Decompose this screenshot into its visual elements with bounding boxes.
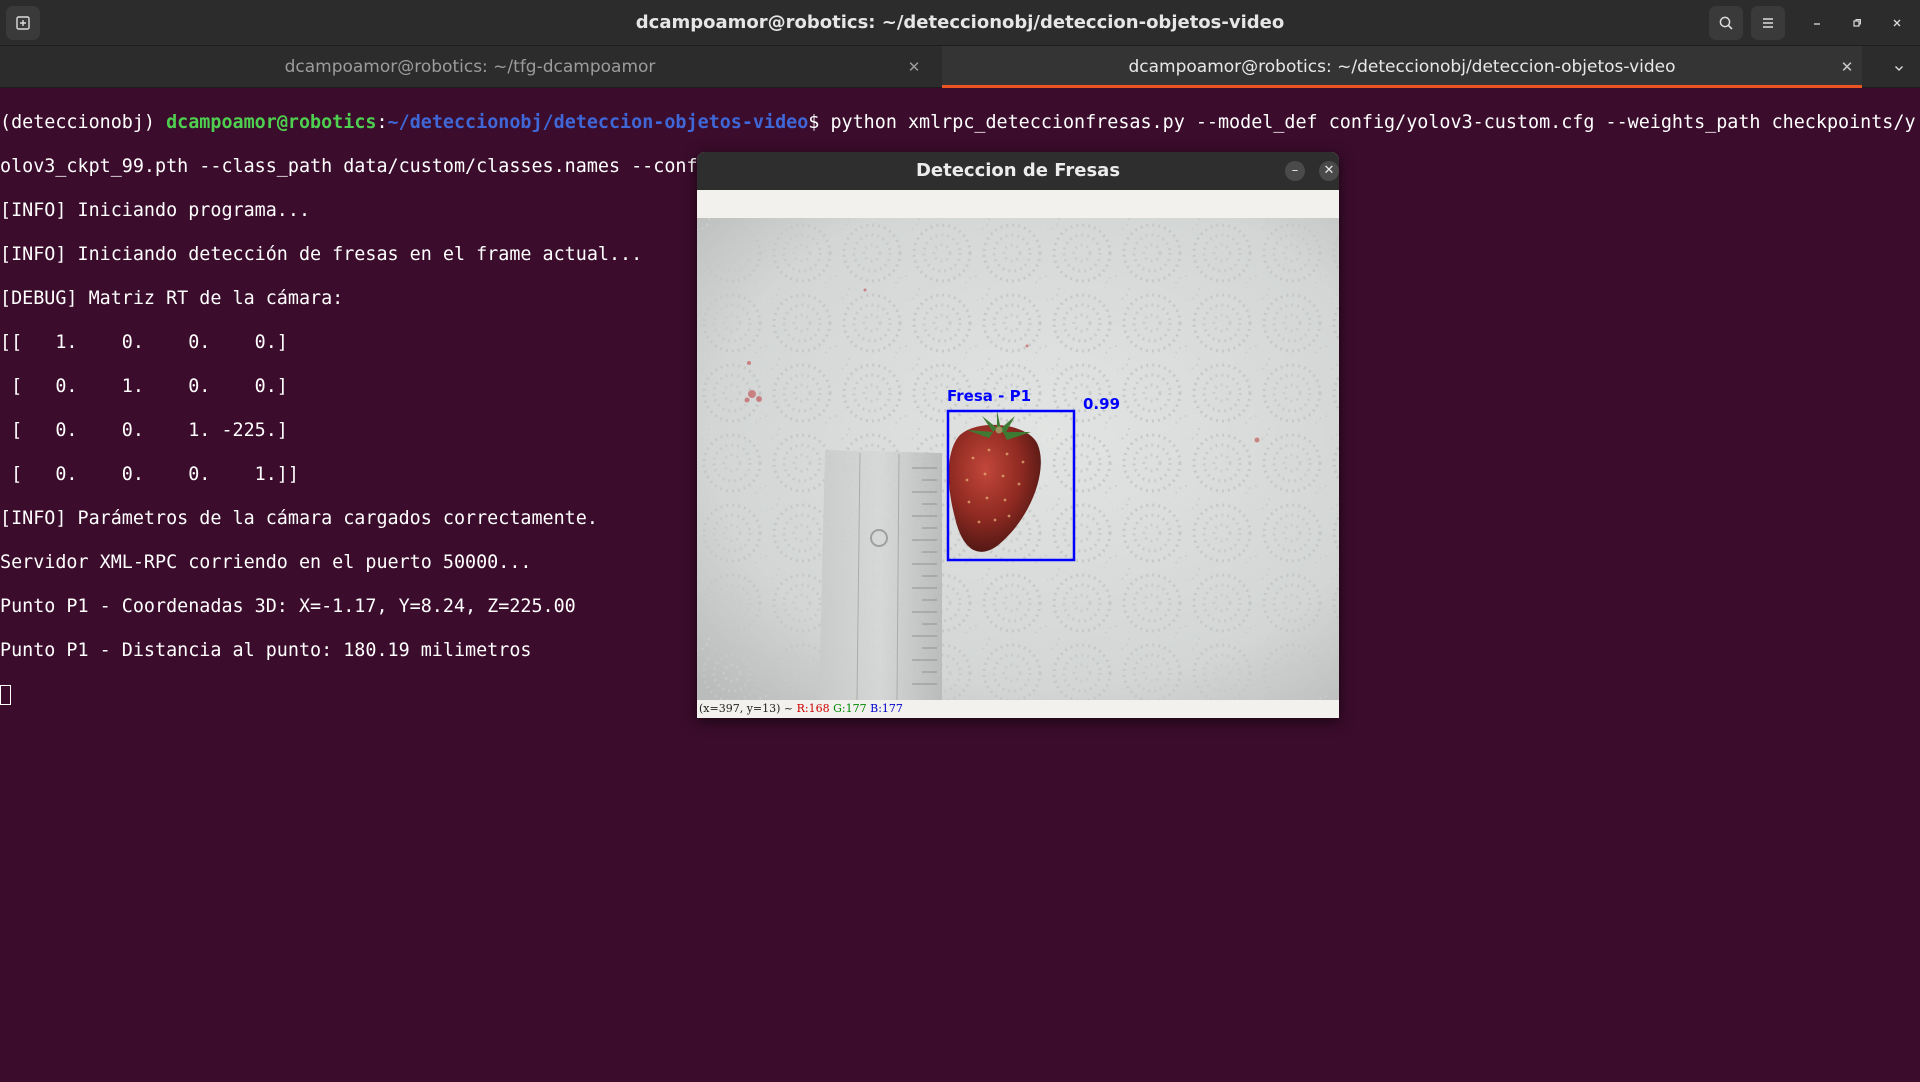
camera-frame[interactable]: Fresa - P1 0.99 xyxy=(697,218,1339,700)
prompt-line: (deteccionobj) dcampoamor@robotics:~/det… xyxy=(0,112,1920,134)
window-title: dcampoamor@robotics: ~/deteccionobj/dete… xyxy=(635,12,1285,33)
detection-label: Fresa - P1 xyxy=(947,387,1032,405)
tab-menu-chevron-icon[interactable] xyxy=(1884,46,1914,88)
prompt-user: dcampoamor@robotics xyxy=(166,112,377,133)
image-toolbar xyxy=(697,190,1339,218)
tab-label: dcampoamor@robotics: ~/tfg-dcampoamor xyxy=(284,57,656,77)
confidence-score: 0.99 xyxy=(1083,395,1121,413)
close-tab-icon[interactable]: ✕ xyxy=(899,46,929,88)
detection-window-title: Deteccion de Fresas xyxy=(915,160,1121,181)
menu-icon[interactable] xyxy=(1751,6,1785,40)
ruler-shape xyxy=(819,450,942,700)
restore-icon[interactable] xyxy=(1842,8,1872,38)
tab-tfg-dcampoamor[interactable]: dcampoamor@robotics: ~/tfg-dcampoamor xyxy=(0,46,940,88)
prompt-path: ~/deteccionobj/deteccion-objetos-video xyxy=(387,112,809,133)
close-icon[interactable] xyxy=(1882,8,1912,38)
image-statusbar: (x=397, y=13) ~ R:168 G:177 B:177 xyxy=(697,700,1339,718)
search-icon[interactable] xyxy=(1709,6,1743,40)
close-icon[interactable]: ✕ xyxy=(1319,161,1339,181)
close-tab-icon[interactable]: ✕ xyxy=(1832,46,1862,88)
minimize-icon[interactable] xyxy=(1802,8,1832,38)
status-blue-value: B:177 xyxy=(870,702,903,715)
status-red-value: R:168 xyxy=(796,702,830,715)
tab-label: dcampoamor@robotics: ~/deteccionobj/dete… xyxy=(1128,57,1676,77)
tab-bar: dcampoamor@robotics: ~/tfg-dcampoamor ✕ … xyxy=(0,46,1920,88)
minimize-icon[interactable]: – xyxy=(1285,161,1305,181)
detection-window[interactable]: Deteccion de Fresas – ✕ Fresa - P1 0.99 … xyxy=(697,152,1339,718)
header-bar: dcampoamor@robotics: ~/deteccionobj/dete… xyxy=(0,0,1920,46)
prompt-env: (deteccionobj) xyxy=(0,112,167,133)
tab-deteccion-objetos-video[interactable]: dcampoamor@robotics: ~/deteccionobj/dete… xyxy=(942,46,1862,88)
status-green-value: G:177 xyxy=(833,702,867,715)
terminal-cursor xyxy=(0,685,11,705)
prompt-symbol: $ xyxy=(808,112,831,133)
command-text: python xmlrpc_deteccionfresas.py --model… xyxy=(830,112,1916,133)
detection-window-titlebar[interactable]: Deteccion de Fresas xyxy=(697,152,1339,190)
prompt-separator: : xyxy=(376,112,388,133)
status-coords: (x=397, y=13) ~ xyxy=(699,702,797,715)
